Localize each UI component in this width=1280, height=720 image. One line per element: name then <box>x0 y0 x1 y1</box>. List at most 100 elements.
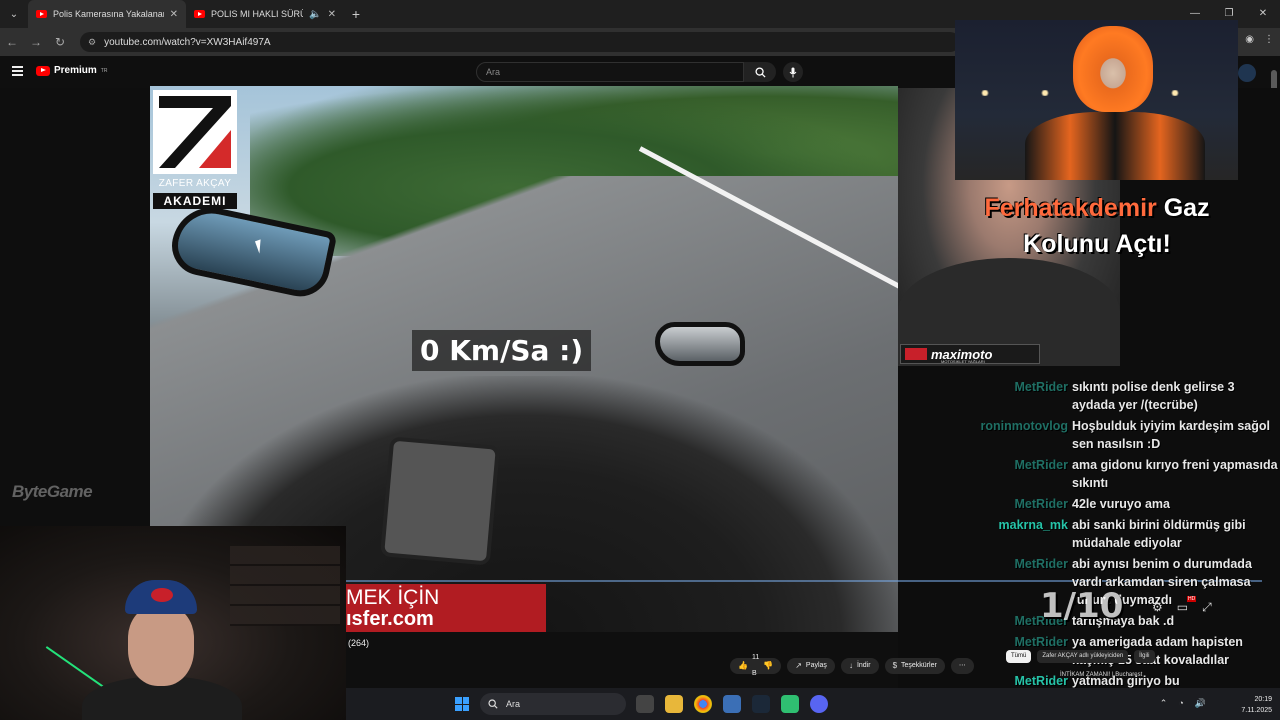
thanks-label: Teşekkürler <box>901 662 937 669</box>
chat-username: MetRider <box>1014 497 1068 511</box>
banner-line-1: MEK İÇİN <box>346 586 440 609</box>
windows-start-icon[interactable] <box>455 697 469 711</box>
url-text: youtube.com/watch?v=XW3HAif497A <box>104 36 271 48</box>
chat-username: makrna_mk <box>998 518 1069 532</box>
youtube-search-button[interactable] <box>744 62 776 82</box>
system-tray: ⌃ ◔ 🔊 <box>1160 698 1206 709</box>
speaker-icon[interactable]: 🔈 <box>309 9 321 20</box>
chat-username: MetRider <box>1014 380 1068 394</box>
streamer-cap <box>125 580 197 614</box>
chat-text: abi sanki birini öldürmüş gibi müdahale … <box>1072 518 1246 550</box>
chat-message: makrna_mk abi sanki birini öldürmüş gibi … <box>960 516 1278 552</box>
overlay-title-line2: Kolunu Açtı! <box>1023 230 1171 258</box>
volume-icon[interactable]: 🔊 <box>1195 698 1206 709</box>
gaming-app-icon[interactable] <box>781 695 799 713</box>
menu-icon[interactable] <box>12 66 23 76</box>
recommendation-title[interactable]: İNTİKAM ZAMANI! | Bucharest <box>1060 672 1142 678</box>
new-tab-button[interactable]: + <box>344 6 368 22</box>
slide-counter: 1/10 <box>1040 586 1124 626</box>
discord-icon[interactable] <box>810 695 828 713</box>
tray-chevron-icon[interactable]: ⌃ <box>1160 698 1168 709</box>
thumbs-down-icon[interactable]: 👎 <box>763 658 773 674</box>
back-icon[interactable]: ← <box>0 35 24 49</box>
player-controls: ⚙ ▭ ⤢ <box>1152 600 1212 615</box>
zafer-akcay-mark-icon <box>153 90 237 174</box>
recommendation-chips: Tümü Zafer AKÇAY adlı yükleyiciden İlgil… <box>1006 650 1155 663</box>
overlay-title-rest: Gaz <box>1156 194 1210 222</box>
windows-taskbar: Ara ⌃ ◔ 🔊 20:19 7.11.2025 <box>346 688 1280 720</box>
chip-uploader[interactable]: Zafer AKÇAY adlı yükleyiciden <box>1037 650 1129 663</box>
thanks-button[interactable]: $ Teşekkürler <box>884 658 945 674</box>
app-icon[interactable] <box>723 695 741 713</box>
screen: ⌄ Polis Kamerasına Yakalanan En ✕ POLIS … <box>0 0 1280 720</box>
sponsor-bar: maximoto MOTOSIKLET YAĞLARI <box>900 344 1040 364</box>
chat-message: MetRider ama gidonu kırıyo freni yapmasıd… <box>960 456 1278 492</box>
tab-1-close-icon[interactable]: ✕ <box>170 9 178 20</box>
microphone-icon <box>789 67 797 77</box>
chat-username: MetRider <box>1014 458 1068 472</box>
youtube-search-input[interactable]: Ara <box>476 62 744 82</box>
browser-menu-icon[interactable]: ⋮ <box>1264 34 1274 45</box>
reload-icon[interactable]: ↻ <box>48 35 72 49</box>
sponsor-flag-icon <box>905 348 927 360</box>
network-icon[interactable]: ◔ <box>1178 698 1183 709</box>
thumbs-up-icon: 👍 <box>738 661 748 670</box>
video-banner: MEK İÇİN ısfer.com <box>346 584 546 632</box>
chat-username: roninmotovlog <box>980 419 1069 433</box>
chat-text: ama gidonu kırıyo freni yapmasıda sıkınt… <box>1072 458 1278 490</box>
share-button[interactable]: ↗ Paylaş <box>787 658 835 674</box>
rider-helmet <box>1073 26 1153 112</box>
tab-search-chevron-icon[interactable]: ⌄ <box>0 0 28 28</box>
steam-icon[interactable] <box>752 695 770 713</box>
thanks-icon: $ <box>892 661 898 670</box>
youtube-logo-icon <box>36 65 50 76</box>
taskbar-clock[interactable]: 20:19 7.11.2025 <box>1241 694 1272 716</box>
settings-icon[interactable]: ⚙ <box>1152 600 1163 615</box>
share-icon: ↗ <box>795 661 802 670</box>
fullscreen-icon[interactable]: ⤢ <box>1202 600 1212 615</box>
tab-2[interactable]: POLIS MI HAKLI SÜRÜCÜ M 🔈 ✕ <box>186 0 344 28</box>
task-view-icon[interactable] <box>636 695 654 713</box>
chat-message: roninmotovlog Hoşbulduk iyiyim kardeşim s… <box>960 417 1278 453</box>
overlay-title-name: Ferhatakdemir <box>984 194 1157 222</box>
overlay-title: Ferhatakdemir Gaz Kolunu Açtı! <box>912 190 1280 262</box>
video-meta-bar: (264) 👍 11 B 👎 ↗ Paylaş ↓ İndir $ Teşekk… <box>346 632 974 688</box>
file-explorer-icon[interactable] <box>665 695 683 713</box>
window-close-icon[interactable]: ✕ <box>1246 0 1280 28</box>
video-actions: 👍 11 B 👎 ↗ Paylaş ↓ İndir $ Teşekkürler … <box>730 654 974 677</box>
chip-related[interactable]: İlgili <box>1134 650 1155 663</box>
chrome-icon[interactable] <box>694 695 712 713</box>
miniplayer-icon[interactable]: ▭ <box>1177 600 1188 615</box>
hd-badge: HD <box>1187 596 1197 602</box>
chat-overlay: MetRider sıkıntı polise denk gelirse 3 ay… <box>960 378 1278 720</box>
tab-1-title: Polis Kamerasına Yakalanan En <box>53 9 164 19</box>
taskbar-search[interactable]: Ara <box>480 693 626 715</box>
background-shelf <box>230 546 340 626</box>
forward-icon[interactable]: → <box>24 35 48 49</box>
like-button[interactable]: 👍 11 B 👎 <box>730 654 782 677</box>
site-info-icon[interactable]: ⚙ <box>88 37 96 48</box>
account-avatar[interactable] <box>1238 64 1256 82</box>
chat-text: 42le vuruyo ama <box>1072 497 1170 511</box>
brand-name: ZAFER AKÇAY <box>158 178 232 189</box>
share-label: Paylaş <box>805 662 827 669</box>
download-button[interactable]: ↓ İndir <box>840 658 879 674</box>
tab-1[interactable]: Polis Kamerasına Yakalanan En ✕ <box>28 0 186 28</box>
browser-toolbar-right: ◉ ⋮ <box>1245 34 1274 45</box>
search-icon <box>754 66 766 78</box>
profile-icon[interactable]: ◉ <box>1245 34 1254 45</box>
brand-sub: AKADEMI <box>153 193 237 209</box>
phone-mount <box>379 436 501 566</box>
clock-date: 7.11.2025 <box>1241 707 1272 714</box>
comments-count: (264) <box>348 638 370 648</box>
tab-2-close-icon[interactable]: ✕ <box>328 9 336 20</box>
chat-message: MetRider sıkıntı polise denk gelirse 3 ay… <box>960 378 1278 414</box>
chip-all[interactable]: Tümü <box>1006 650 1032 663</box>
clock-time: 20:19 <box>1254 696 1272 703</box>
taskbar-search-text: Ara <box>506 699 521 709</box>
youtube-logo[interactable]: Premium TR <box>36 65 107 76</box>
url-field[interactable]: ⚙ youtube.com/watch?v=XW3HAif497A <box>80 32 960 52</box>
voice-search-button[interactable] <box>783 62 803 82</box>
led-strip <box>45 646 105 688</box>
rider-photo <box>955 20 1238 180</box>
